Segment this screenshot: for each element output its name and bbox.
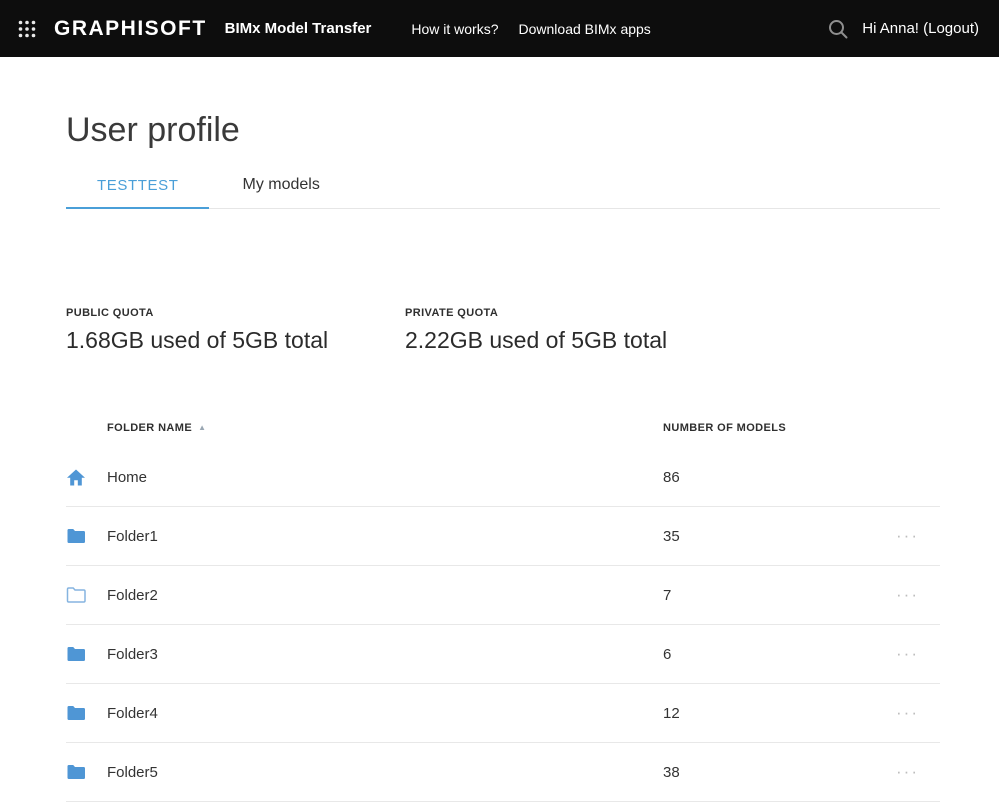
top-navigation: How it works? Download BIMx apps — [411, 21, 650, 37]
public-quota-value: 1.68GB used of 5GB total — [66, 327, 405, 354]
row-menu-cell: ··· — [896, 586, 940, 605]
model-count: 7 — [663, 587, 896, 604]
table-row[interactable]: Folder36··· — [66, 625, 940, 684]
model-count: 6 — [663, 646, 896, 663]
folder-name[interactable]: Folder2 — [107, 587, 663, 604]
private-quota: PRIVATE QUOTA 2.22GB used of 5GB total — [405, 307, 744, 354]
folder-outline-icon — [66, 587, 107, 603]
column-folder-name[interactable]: FOLDER NAME ▲ — [107, 422, 663, 434]
folder-table-header: FOLDER NAME ▲ NUMBER OF MODELS — [66, 408, 940, 448]
table-row[interactable]: Folder412··· — [66, 684, 940, 743]
grid-dots-icon — [18, 20, 36, 38]
search-icon[interactable] — [820, 11, 856, 47]
sort-ascending-icon: ▲ — [198, 423, 206, 432]
tab-testtest[interactable]: TESTTEST — [66, 177, 209, 209]
folder-table-rows: Home86Folder135···Folder27···Folder36···… — [66, 448, 940, 802]
folder-name[interactable]: Folder1 — [107, 528, 663, 545]
folder-name[interactable]: Folder5 — [107, 764, 663, 781]
table-row[interactable]: Folder135··· — [66, 507, 940, 566]
model-count: 35 — [663, 528, 896, 545]
row-menu-cell: ··· — [896, 645, 940, 664]
row-menu-button[interactable]: ··· — [896, 704, 919, 721]
quota-section: PUBLIC QUOTA 1.68GB used of 5GB total PR… — [66, 307, 940, 354]
main-content: User profile TESTTEST My models PUBLIC Q… — [0, 111, 999, 802]
folder-name[interactable]: Folder4 — [107, 705, 663, 722]
folder-filled-icon — [66, 646, 107, 662]
app-header: GRAPHISOFT BIMx Model Transfer How it wo… — [0, 0, 999, 57]
row-menu-button[interactable]: ··· — [896, 527, 919, 544]
row-menu-cell: ··· — [896, 704, 940, 723]
nav-download-bimx-apps[interactable]: Download BIMx apps — [519, 21, 651, 37]
apps-grid-icon[interactable] — [0, 0, 54, 57]
column-folder-name-label: FOLDER NAME — [107, 422, 192, 434]
folder-filled-icon — [66, 764, 107, 780]
model-count: 12 — [663, 705, 896, 722]
graphisoft-logo[interactable]: GRAPHISOFT — [54, 17, 207, 41]
nav-how-it-works[interactable]: How it works? — [411, 21, 498, 37]
tab-my-models[interactable]: My models — [242, 176, 319, 208]
row-menu-button[interactable]: ··· — [896, 763, 919, 780]
public-quota: PUBLIC QUOTA 1.68GB used of 5GB total — [66, 307, 405, 354]
app-title[interactable]: BIMx Model Transfer — [225, 20, 372, 37]
model-count: 38 — [663, 764, 896, 781]
folder-filled-icon — [66, 528, 107, 544]
model-count: 86 — [663, 469, 896, 486]
folder-name[interactable]: Home — [107, 469, 663, 486]
column-number-of-models[interactable]: NUMBER OF MODELS — [663, 422, 896, 434]
page-title: User profile — [66, 111, 940, 150]
private-quota-value: 2.22GB used of 5GB total — [405, 327, 744, 354]
user-greeting-logout[interactable]: Hi Anna! (Logout) — [862, 20, 979, 37]
row-menu-button[interactable]: ··· — [896, 586, 919, 603]
home-icon — [66, 468, 107, 487]
profile-tabs: TESTTEST My models — [66, 176, 940, 209]
magnifier-glyph — [827, 18, 849, 40]
row-menu-button[interactable]: ··· — [896, 645, 919, 662]
row-menu-cell: ··· — [896, 527, 940, 546]
table-row[interactable]: Folder538··· — [66, 743, 940, 802]
table-row[interactable]: Folder27··· — [66, 566, 940, 625]
folder-filled-icon — [66, 705, 107, 721]
public-quota-label: PUBLIC QUOTA — [66, 307, 405, 319]
row-menu-cell: ··· — [896, 763, 940, 782]
private-quota-label: PRIVATE QUOTA — [405, 307, 744, 319]
column-number-of-models-label: NUMBER OF MODELS — [663, 422, 786, 434]
table-row[interactable]: Home86 — [66, 448, 940, 507]
folder-table: FOLDER NAME▲ NUMBER OF MODELS Home86Fold… — [66, 408, 940, 802]
folder-name[interactable]: Folder3 — [107, 646, 663, 663]
